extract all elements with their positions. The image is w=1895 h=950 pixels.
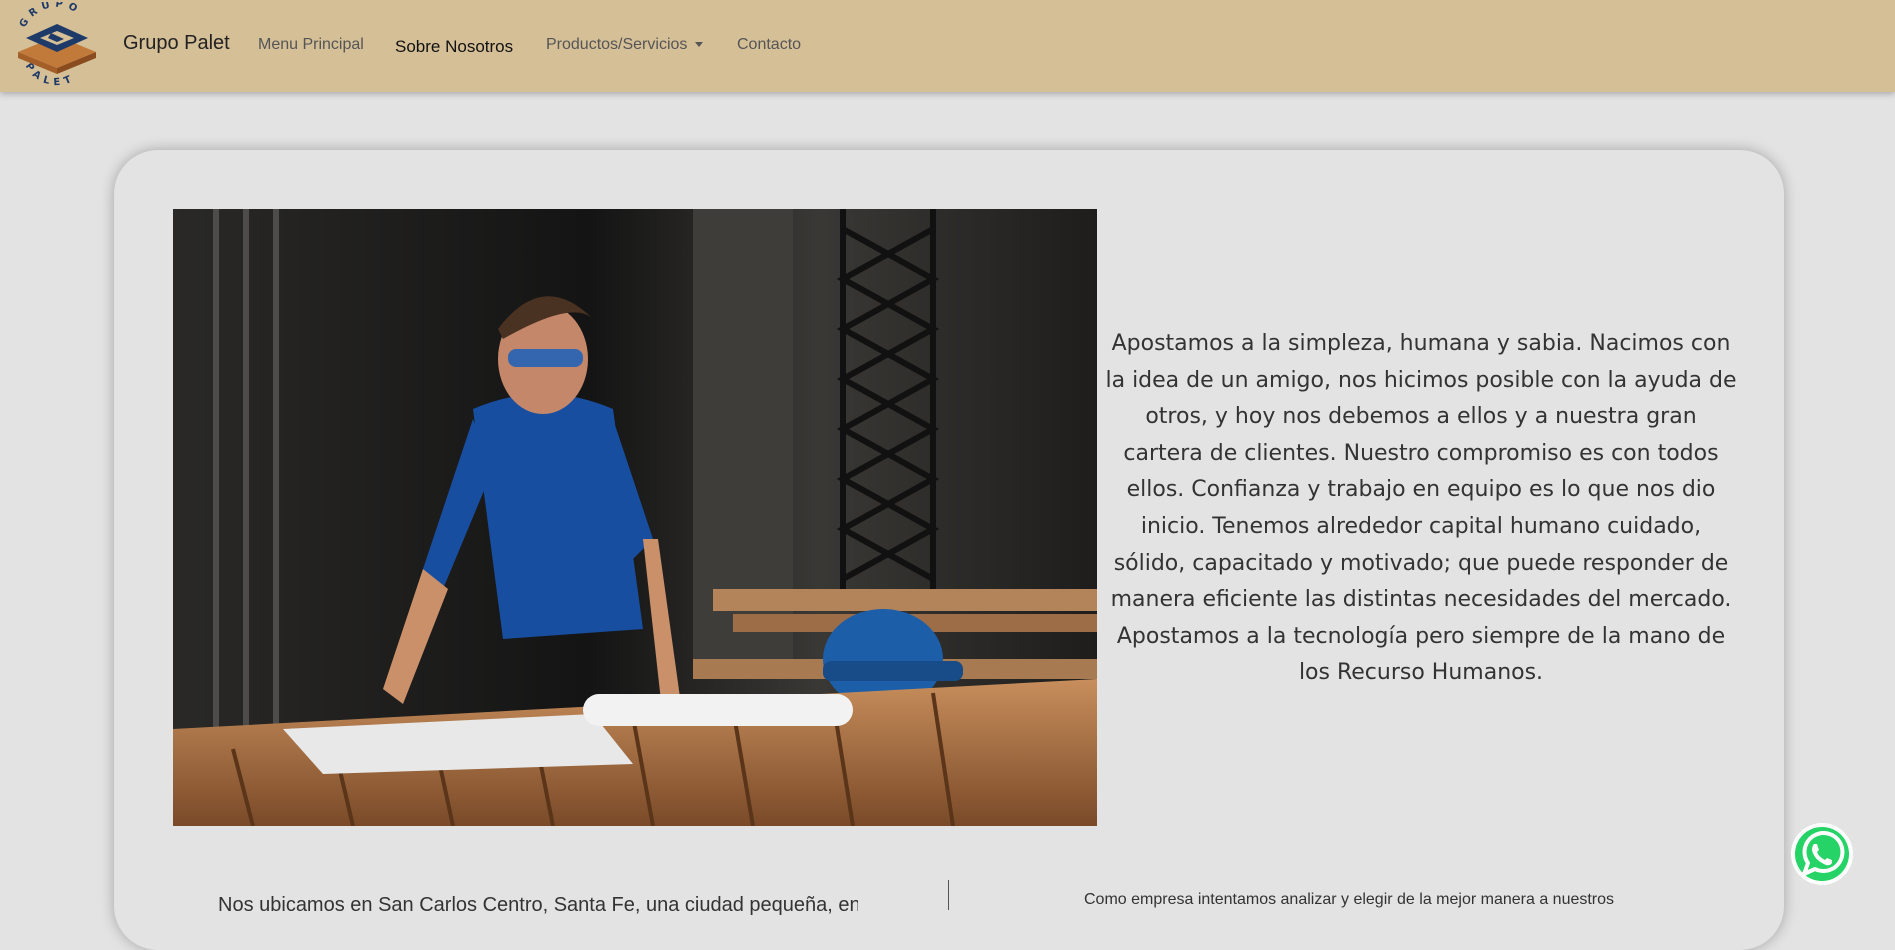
about-paragraph: Apostamos a la simpleza, humana y sabia.… <box>1105 331 1737 686</box>
nav-productos-servicios[interactable]: Productos/Servicios <box>546 36 704 54</box>
whatsapp-icon[interactable] <box>1790 822 1854 886</box>
nav-contacto[interactable]: Contacto <box>737 36 801 54</box>
worker-at-workbench-illustration <box>173 209 1097 826</box>
nav-menu-principal[interactable]: Menu Principal <box>258 36 364 54</box>
caret-down-icon <box>695 42 704 48</box>
grupo-palet-logo[interactable]: GRUPO PALET <box>8 2 106 90</box>
svg-text:GRUPO: GRUPO <box>18 2 84 30</box>
brand-name[interactable]: Grupo Palet <box>123 32 230 55</box>
company-text: Como empresa intentamos analizar y elegi… <box>1084 891 1615 908</box>
worker-photo <box>173 209 1097 826</box>
navbar: GRUPO PALET Grupo Palet Menu Principal S… <box>0 0 1895 92</box>
nav-sobre-nosotros[interactable]: Sobre Nosotros <box>395 37 513 57</box>
nav-productos-label: Productos/Servicios <box>546 36 688 53</box>
